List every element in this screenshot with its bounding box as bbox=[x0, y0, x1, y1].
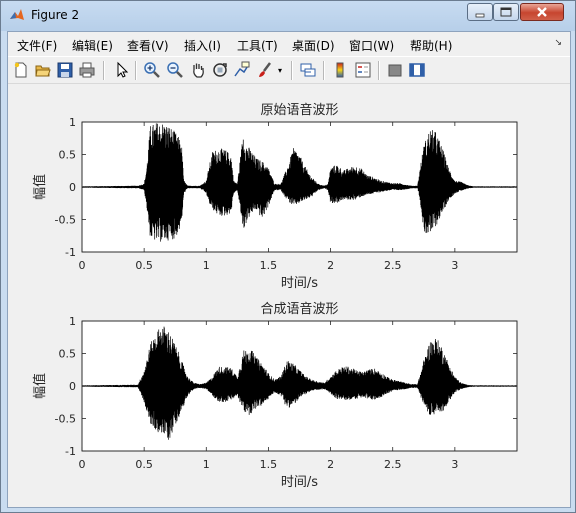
chart-title: 合成语音波形 bbox=[260, 301, 338, 317]
x-tick-label: 2.5 bbox=[384, 458, 402, 471]
select-arrow-icon[interactable] bbox=[112, 61, 130, 79]
matlab-logo-icon bbox=[10, 9, 24, 20]
toolbar-separator bbox=[291, 61, 293, 80]
close-icon bbox=[537, 7, 547, 17]
zoom-in-icon[interactable] bbox=[143, 61, 161, 79]
x-axis-label: 时间/s bbox=[281, 475, 318, 490]
figure-client-area: 文件(F) 编辑(E) 查看(V) 插入(I) 工具(T) 桌面(D) 窗口(W… bbox=[7, 31, 571, 508]
print-icon[interactable] bbox=[78, 61, 96, 79]
y-tick-label: 1 bbox=[69, 315, 76, 328]
x-tick-label: 0.5 bbox=[135, 458, 153, 471]
show-plot-tools-icon[interactable] bbox=[408, 61, 426, 79]
toolbar-separator bbox=[135, 61, 137, 80]
menu-edit[interactable]: 编辑(E) bbox=[72, 37, 113, 54]
toolbar: ▾ bbox=[8, 56, 570, 84]
y-tick-label: -0.5 bbox=[55, 214, 76, 227]
menu-file[interactable]: 文件(F) bbox=[17, 37, 57, 54]
menu-tools[interactable]: 工具(T) bbox=[237, 37, 278, 54]
y-tick-label: 0 bbox=[69, 181, 76, 194]
x-tick-label: 0.5 bbox=[135, 259, 153, 272]
y-tick-label: 0.5 bbox=[59, 348, 77, 361]
x-tick-label: 3 bbox=[451, 458, 458, 471]
hide-plot-tools-icon[interactable] bbox=[386, 61, 404, 79]
menu-desktop[interactable]: 桌面(D) bbox=[292, 37, 335, 54]
y-tick-label: -1 bbox=[65, 445, 76, 458]
menu-window[interactable]: 窗口(W) bbox=[349, 37, 394, 54]
x-axis-label: 时间/s bbox=[281, 276, 318, 291]
figure-canvas[interactable]: 0 0.5 1 1.5 2 2.5 3 -1 -0.5 0 0.5 1 原始语音波形时间/s 幅值 0 0.5… bbox=[8, 84, 570, 506]
x-tick-label: 0 bbox=[79, 259, 86, 272]
menu-bar: 文件(F) 编辑(E) 查看(V) 插入(I) 工具(T) 桌面(D) 窗口(W… bbox=[8, 32, 570, 56]
x-tick-label: 3 bbox=[451, 259, 458, 272]
y-axis-label: 幅值 bbox=[32, 373, 48, 399]
x-tick-label: 0 bbox=[79, 458, 86, 471]
menu-help[interactable]: 帮助(H) bbox=[410, 37, 452, 54]
data-cursor-icon[interactable] bbox=[233, 61, 251, 79]
toolbar-separator bbox=[323, 61, 325, 80]
minimize-icon bbox=[475, 13, 485, 18]
legend-icon[interactable] bbox=[354, 61, 372, 79]
y-tick-label: -0.5 bbox=[55, 413, 76, 426]
x-tick-label: 2 bbox=[327, 458, 334, 471]
minimize-button[interactable] bbox=[467, 3, 493, 21]
x-tick-label: 1.5 bbox=[260, 259, 278, 272]
title-bar[interactable]: Figure 2 bbox=[1, 1, 575, 31]
y-tick-label: 0 bbox=[69, 380, 76, 393]
brush-dropdown-icon[interactable]: ▾ bbox=[278, 66, 286, 84]
x-tick-label: 1 bbox=[203, 458, 210, 471]
x-tick-label: 1.5 bbox=[260, 458, 278, 471]
y-axis-label: 幅值 bbox=[32, 174, 48, 200]
pan-hand-icon[interactable] bbox=[189, 61, 207, 79]
zoom-out-icon[interactable] bbox=[166, 61, 184, 79]
menu-insert[interactable]: 插入(I) bbox=[184, 37, 221, 54]
maximize-button[interactable] bbox=[493, 3, 519, 21]
menu-view[interactable]: 查看(V) bbox=[127, 37, 169, 54]
x-tick-label: 1 bbox=[203, 259, 210, 272]
save-icon[interactable] bbox=[56, 61, 74, 79]
brush-icon[interactable] bbox=[256, 61, 274, 79]
x-tick-label: 2 bbox=[327, 259, 334, 272]
figure-window: Figure 2 文件(F) 编辑(E) 查看(V) 插入(I) 工具(T) 桌… bbox=[0, 0, 576, 513]
open-folder-icon[interactable] bbox=[34, 61, 52, 79]
chart-title: 原始语音波形 bbox=[260, 102, 338, 118]
close-button[interactable] bbox=[520, 3, 564, 21]
rotate-3d-icon[interactable] bbox=[211, 61, 229, 79]
toolbar-separator bbox=[378, 61, 380, 80]
colorbar-icon[interactable] bbox=[331, 61, 349, 79]
x-tick-label: 2.5 bbox=[384, 259, 402, 272]
menu-dock-arrow-icon[interactable]: ↘ bbox=[554, 38, 562, 48]
toolbar-separator bbox=[103, 61, 105, 80]
window-title: Figure 2 bbox=[31, 8, 80, 22]
y-tick-label: -1 bbox=[65, 246, 76, 259]
maximize-icon bbox=[500, 7, 512, 17]
y-tick-label: 1 bbox=[69, 116, 76, 129]
y-tick-label: 0.5 bbox=[59, 149, 77, 162]
new-figure-icon[interactable] bbox=[12, 61, 30, 79]
link-icon[interactable] bbox=[299, 61, 317, 79]
